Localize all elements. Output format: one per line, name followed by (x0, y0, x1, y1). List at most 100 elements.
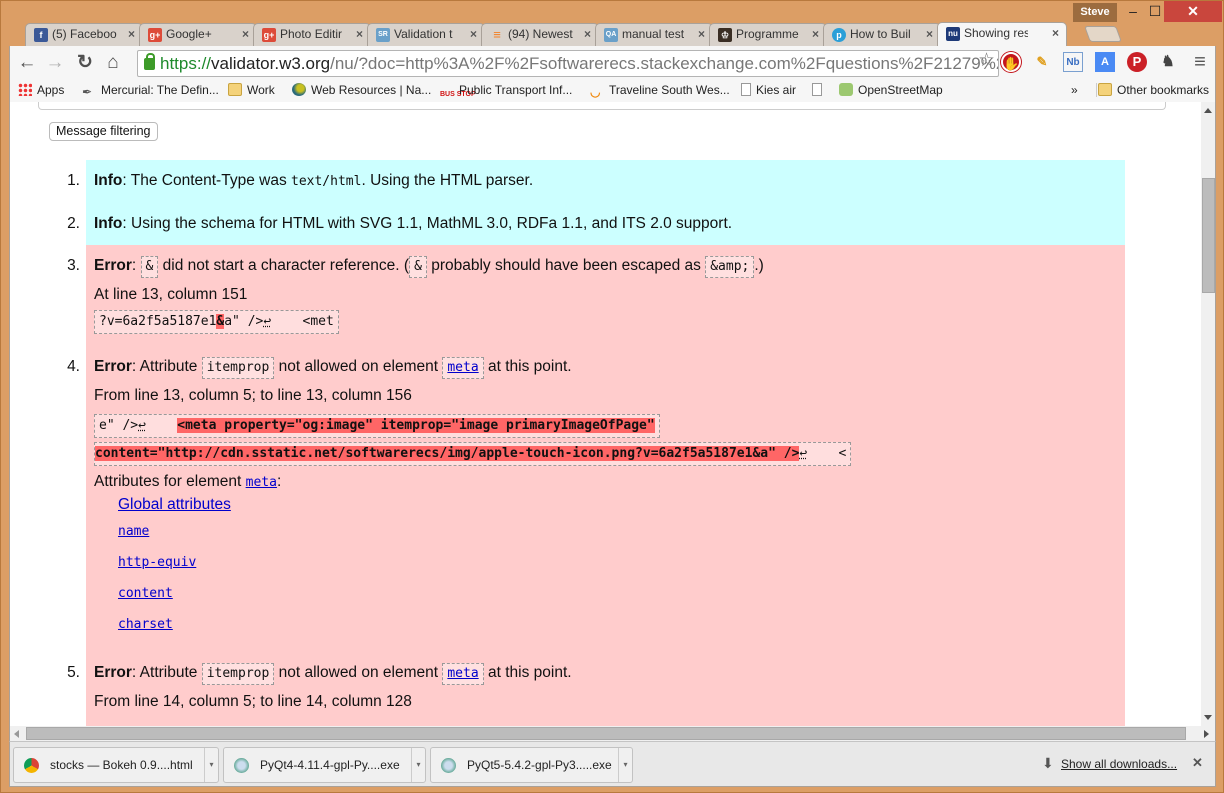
close-downloads-bar-button[interactable]: ✕ (1192, 755, 1203, 771)
tab-programme[interactable]: ♔ Programme × (709, 23, 827, 46)
meta-element-link[interactable]: meta (447, 360, 478, 375)
reload-button[interactable]: ↻ (74, 52, 96, 74)
message-text: probably should have been escaped as (426, 257, 706, 274)
tab-close-icon[interactable]: × (1052, 26, 1059, 40)
message-number: 1. (67, 172, 80, 189)
address-bar[interactable]: https://validator.w3.org/nu/?doc=http%3A… (137, 50, 999, 77)
download-menu-button[interactable]: ▾ (411, 748, 425, 782)
bookmark-traveline[interactable]: ◡ Traveline South Wes... (590, 83, 730, 99)
message-text: Using the schema for HTML with SVG 1.1, … (131, 215, 733, 232)
pinterest-icon[interactable]: P (1127, 52, 1147, 72)
chrome-menu-icon[interactable]: ≡ (1190, 52, 1210, 72)
code-text: text/html (291, 174, 362, 189)
bookmark-star-icon[interactable]: ☆ (978, 49, 995, 72)
tab-close-icon[interactable]: × (242, 27, 249, 41)
scroll-left-icon[interactable] (14, 730, 19, 738)
extract-text: < (807, 446, 847, 461)
message-type: Error (94, 664, 132, 681)
tab-google-plus[interactable]: g+ Google+ × (139, 23, 257, 46)
tab-validation[interactable]: SR Validation t × (367, 23, 485, 46)
download-item[interactable]: PyQt5-5.4.2-gpl-Py3.....exe ▾ (430, 747, 633, 783)
bookmark-kies-air[interactable]: Kies air (741, 83, 796, 97)
scrollbar-thumb[interactable] (26, 727, 1186, 740)
vertical-scrollbar[interactable] (1201, 102, 1216, 726)
p-icon: p (832, 28, 846, 42)
download-item[interactable]: PyQt4-4.11.4-gpl-Py....exe ▾ (223, 747, 426, 783)
meta-element-link[interactable]: meta (246, 475, 277, 490)
tab-manual-test[interactable]: QA manual test × (595, 23, 713, 46)
bookmarks-overflow-button[interactable]: » (1071, 83, 1078, 97)
code-text: & (409, 256, 427, 278)
message-filtering-button[interactable]: Message filtering (49, 122, 158, 141)
crown-icon: ♔ (718, 28, 732, 42)
meta-element-link[interactable]: meta (447, 666, 478, 681)
bookmark-openstreetmap[interactable]: OpenStreetMap (839, 83, 943, 97)
scroll-down-icon[interactable] (1204, 715, 1212, 720)
message-list: 1. Info: The Content-Type was text/html.… (67, 160, 1125, 726)
message-type: Error (94, 358, 132, 375)
bookmarks-bar: Apps ✒ Mercurial: The Defin... Work Web R… (9, 80, 1216, 102)
tab-facebook[interactable]: f (5) Faceboo × (25, 23, 143, 46)
message-number: 2. (67, 215, 80, 232)
bookmark-label: OpenStreetMap (858, 83, 943, 97)
tab-label: Validation t (394, 27, 453, 41)
tab-close-icon[interactable]: × (128, 27, 135, 41)
download-menu-button[interactable]: ▾ (618, 748, 632, 782)
close-window-button[interactable]: ✕ (1164, 1, 1222, 22)
notepad-icon[interactable]: ✎ (1032, 52, 1052, 72)
tab-close-icon[interactable]: × (470, 27, 477, 41)
attribute-link-global[interactable]: Global attributes (118, 496, 231, 513)
bookmark-untitled[interactable] (812, 83, 827, 97)
other-bookmarks[interactable]: Other bookmarks (1096, 83, 1209, 97)
line-feed-marker: ↩ (138, 418, 146, 433)
download-arrow-icon: ⬇ (1042, 755, 1054, 771)
scroll-up-icon[interactable] (1204, 108, 1212, 113)
attribute-link-name[interactable]: name (118, 524, 149, 539)
message-type: Error (94, 257, 132, 274)
bookmark-apps[interactable]: Apps (18, 83, 64, 97)
translate-icon[interactable]: A (1095, 52, 1115, 72)
tab-close-icon[interactable]: × (926, 27, 933, 41)
tab-how-to-build[interactable]: p How to Buil × (823, 23, 941, 46)
message-item: 2. Info: Using the schema for HTML with … (67, 203, 1125, 245)
download-menu-button[interactable]: ▾ (204, 748, 218, 782)
bookmark-mercurial[interactable]: ✒ Mercurial: The Defin... (82, 83, 219, 99)
bookmark-web-resources[interactable]: Web Resources | Na... (292, 83, 431, 97)
message-text: .) (754, 257, 764, 274)
adblock-icon[interactable]: ✋ (1001, 52, 1021, 72)
tab-showing-results[interactable]: nu Showing res × (937, 22, 1067, 46)
attribute-link-http-equiv[interactable]: http-equiv (118, 555, 196, 570)
nb-icon[interactable]: Nb (1063, 52, 1083, 72)
lock-icon (144, 53, 155, 70)
scroll-right-icon[interactable] (1204, 730, 1209, 738)
horizontal-scrollbar[interactable] (9, 726, 1216, 741)
message-text: Attribute (139, 664, 202, 681)
bookmark-work[interactable]: Work (228, 83, 275, 97)
tab-close-icon[interactable]: × (356, 27, 363, 41)
scrollbar-thumb[interactable] (1202, 178, 1215, 293)
show-all-downloads-link[interactable]: Show all downloads... (1061, 757, 1177, 771)
evernote-icon[interactable]: ♞ (1158, 52, 1178, 72)
attributes-list: Global attributes name http-equiv conten… (94, 494, 1125, 640)
back-button[interactable]: ← (16, 52, 38, 74)
tab-newest[interactable]: ≡ (94) Newest × (481, 23, 599, 46)
tab-close-icon[interactable]: × (584, 27, 591, 41)
page-icon (741, 83, 751, 96)
forward-button[interactable]: → (44, 52, 66, 74)
attribute-link-content[interactable]: content (118, 586, 173, 601)
url-path: /nu/?doc=http%3A%2F%2Fsoftwarerecs.stack… (330, 54, 999, 73)
attribute-link-charset[interactable]: charset (118, 617, 173, 632)
tab-close-icon[interactable]: × (812, 27, 819, 41)
tab-close-icon[interactable]: × (698, 27, 705, 41)
software-recs-icon: SR (376, 28, 390, 42)
download-item[interactable]: stocks — Bokeh 0.9....html ▾ (13, 747, 219, 783)
new-tab-button[interactable] (1084, 26, 1122, 42)
home-button[interactable]: ⌂ (102, 52, 124, 74)
profile-button[interactable]: Steve (1073, 3, 1117, 22)
tab-photo-editing[interactable]: g+ Photo Editir × (253, 23, 371, 46)
bookmark-label: Public Transport Inf... (459, 83, 573, 97)
message-text: . Using the HTML parser. (361, 172, 534, 189)
google-plus-icon: g+ (262, 28, 276, 42)
folder-icon (1098, 83, 1112, 96)
url-scheme: https:// (160, 54, 212, 73)
